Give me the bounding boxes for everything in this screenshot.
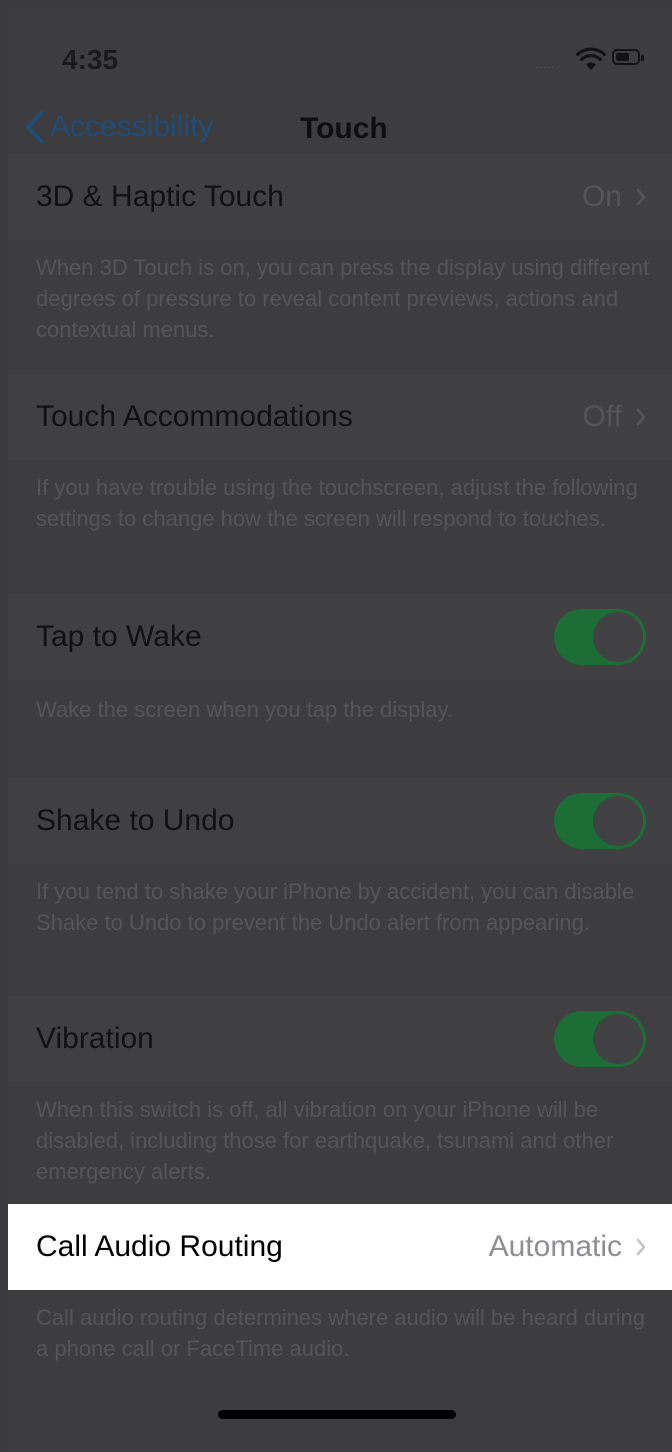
chevron-right-icon — [636, 1238, 646, 1256]
vibration-toggle[interactable] — [554, 1011, 646, 1067]
call-audio-routing-value-text: Automatic — [488, 1230, 622, 1263]
touch-accommodations-value: Off — [583, 400, 646, 434]
battery-icon — [612, 49, 644, 65]
touch-accommodations-value-text: Off — [582, 400, 622, 433]
shake-to-undo-label: Shake to Undo — [36, 804, 235, 837]
call-audio-routing-row[interactable]: Call Audio Routing Automatic — [8, 1204, 672, 1290]
call-audio-routing-label: Call Audio Routing — [36, 1230, 283, 1263]
touch-accommodations-description: If you have trouble using the touchscree… — [36, 475, 638, 531]
screen: 4:35 ..... Accessibility Touch 3D & Hapt… — [8, 8, 672, 1452]
tap-to-wake-description: Wake the screen when you tap the display… — [36, 697, 454, 722]
touch-accommodations-label: Touch Accommodations — [36, 400, 353, 433]
shake-to-undo-toggle[interactable] — [554, 793, 646, 849]
tap-to-wake-toggle[interactable] — [554, 609, 646, 665]
haptic-touch-description: When 3D Touch is on, you can press the d… — [36, 255, 650, 342]
vibration-label: Vibration — [36, 1022, 154, 1055]
call-audio-routing-description: Call audio routing determines where audi… — [36, 1305, 646, 1361]
shake-to-undo-description: If you tend to shake your iPhone by acci… — [36, 879, 635, 935]
shake-to-undo-row: Shake to Undo — [8, 778, 672, 864]
cellular-signal-icon: ..... — [536, 60, 555, 71]
home-indicator[interactable] — [218, 1410, 456, 1419]
touch-accommodations-row[interactable]: Touch Accommodations Off — [8, 374, 672, 460]
back-button-label: Accessibility — [50, 110, 214, 143]
haptic-touch-label: 3D & Haptic Touch — [36, 180, 284, 213]
status-time: 4:35 — [62, 44, 119, 75]
page-title: Touch — [300, 112, 388, 145]
status-bar: 4:35 ..... — [8, 8, 672, 100]
wifi-icon — [576, 47, 606, 70]
vibration-description: When this switch is off, all vibration o… — [36, 1097, 614, 1184]
vibration-row: Vibration — [8, 996, 672, 1082]
chevron-right-icon — [636, 408, 646, 426]
haptic-touch-value: On — [582, 180, 646, 214]
chevron-left-icon — [26, 111, 43, 143]
chevron-right-icon — [636, 188, 646, 206]
tap-to-wake-row: Tap to Wake — [8, 594, 672, 680]
back-button[interactable]: Accessibility — [24, 110, 213, 144]
tap-to-wake-label: Tap to Wake — [36, 620, 202, 653]
haptic-touch-value-text: On — [581, 180, 622, 213]
call-audio-routing-value: Automatic — [489, 1230, 646, 1264]
haptic-touch-row[interactable]: 3D & Haptic Touch On — [8, 154, 672, 240]
